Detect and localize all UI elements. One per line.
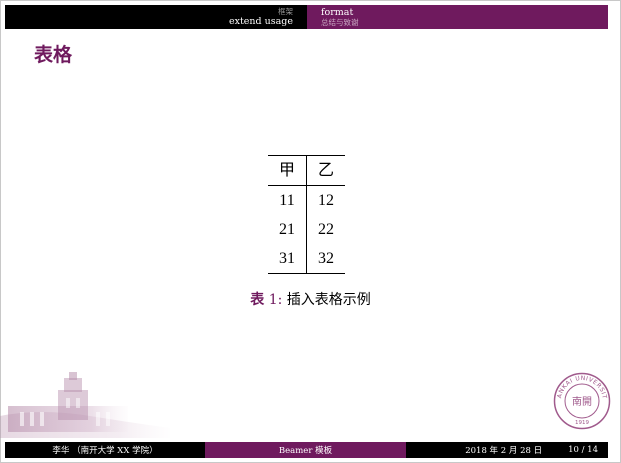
table-row: 31 32 — [268, 244, 345, 273]
university-building-watermark — [0, 372, 170, 438]
footer-date: 2018 年 2 月 28 日 — [465, 446, 543, 456]
table-row: 11 12 — [268, 185, 345, 215]
footer-info: 2018 年 2 月 28 日 10 / 14 — [406, 442, 608, 458]
nav-subsection-right[interactable]: 总结与致谢 — [321, 18, 359, 27]
table-row: 21 22 — [268, 215, 345, 244]
table-header-row: 甲 乙 — [268, 156, 345, 186]
table-header-cell: 乙 — [306, 156, 345, 186]
footer-bar: 李华 （南开大学 XX 学院） Beamer 模板 2018 年 2 月 28 … — [5, 442, 608, 458]
table-cell: 11 — [268, 185, 307, 215]
caption-number: 1: — [268, 292, 283, 308]
caption-text: 插入表格示例 — [286, 292, 371, 308]
footer-author-text: 李华 （南开大学 XX 学院） — [52, 446, 158, 456]
header-nav-left[interactable]: 框架 extend usage — [5, 5, 307, 29]
table-cell: 12 — [318, 192, 334, 209]
university-seal-logo: NANKAI UNIVERSITY 南開 1919 — [553, 372, 611, 430]
footer-author: 李华 （南开大学 XX 学院） — [5, 442, 205, 458]
table-cell: 31 — [268, 244, 307, 273]
footer-page-number: 10 / 14 — [568, 445, 598, 455]
nav-subsection-left[interactable]: extend usage — [229, 16, 293, 27]
data-table: 甲 乙 11 12 21 22 31 32 — [268, 155, 345, 274]
table-caption: 表 1: 插入表格示例 — [0, 289, 621, 309]
footer-title: Beamer 模板 — [205, 442, 406, 458]
header-nav-right[interactable]: format 总结与致谢 — [307, 5, 608, 29]
svg-text:南開: 南開 — [572, 395, 592, 408]
frame-title: 表格 — [34, 44, 73, 66]
nav-section-right[interactable]: format — [321, 7, 353, 18]
header-navigation: 框架 extend usage format 总结与致谢 — [5, 5, 608, 29]
footer-title-text: Beamer 模板 — [278, 446, 333, 456]
table-header-cell: 甲 — [268, 156, 307, 186]
nav-section-left[interactable]: 框架 — [278, 7, 293, 16]
table-cell: 32 — [318, 250, 334, 267]
table-cell: 21 — [268, 215, 307, 244]
caption-label: 表 — [250, 292, 265, 308]
svg-text:1919: 1919 — [575, 420, 589, 426]
svg-text:NANKAI UNIVERSITY: NANKAI UNIVERSITY — [553, 372, 608, 400]
table-cell: 22 — [318, 221, 334, 238]
